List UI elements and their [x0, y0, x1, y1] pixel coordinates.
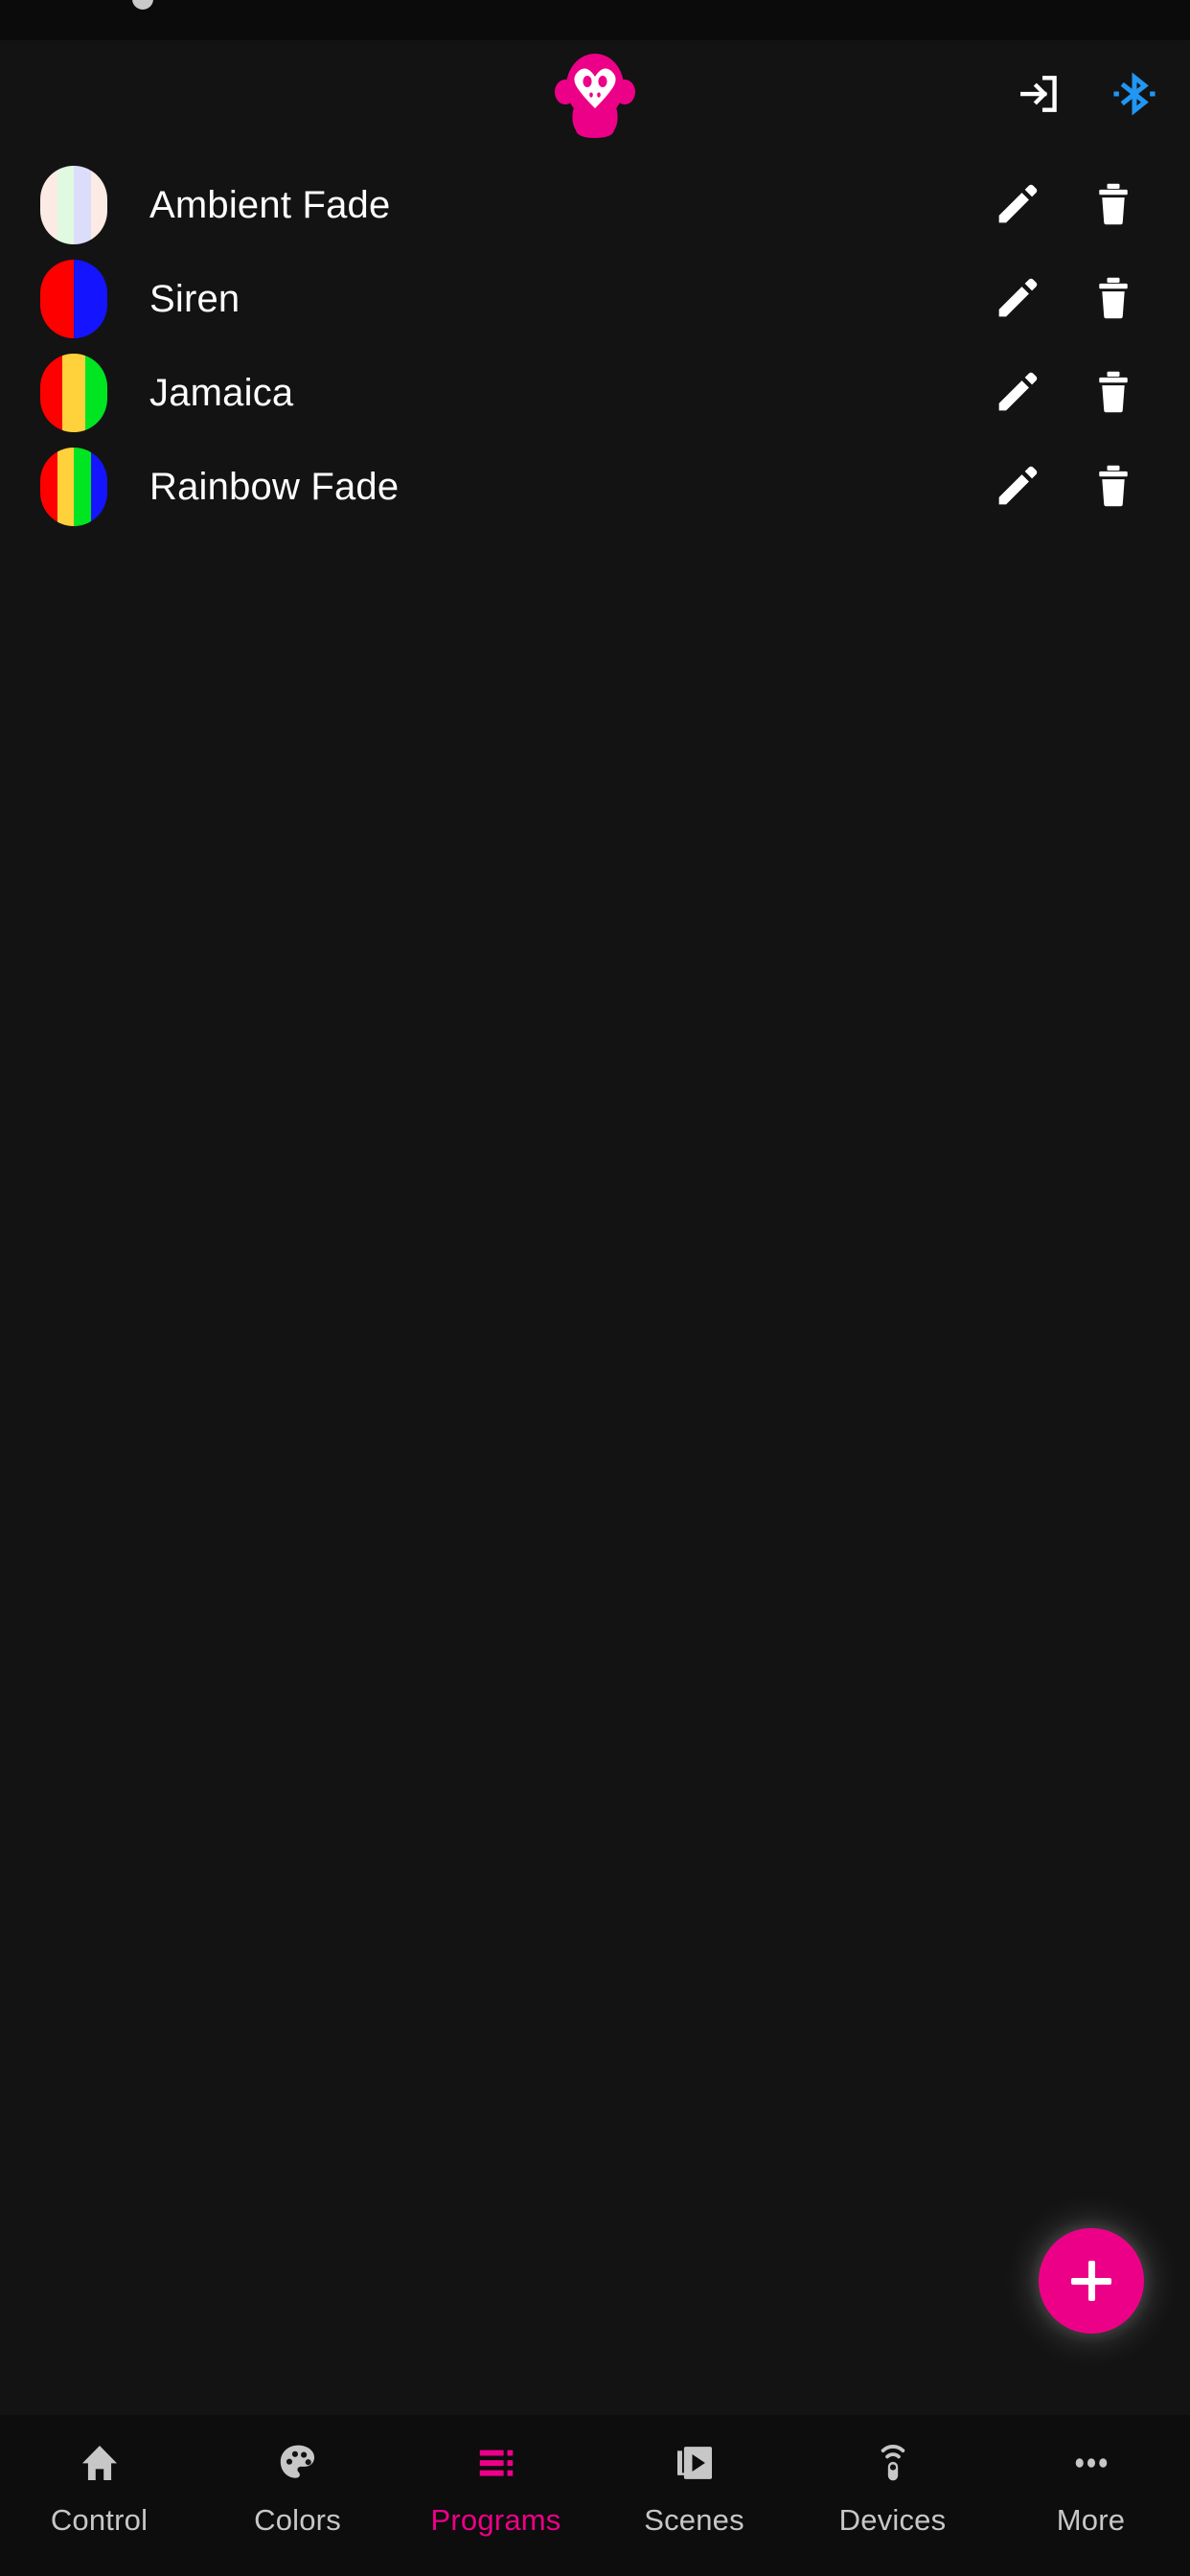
add-program-fab[interactable]: [1039, 2228, 1144, 2334]
slideshow-icon: [673, 2436, 717, 2490]
login-icon: [1017, 70, 1064, 121]
nav-label: Control: [50, 2503, 149, 2537]
nav-item-colors[interactable]: Colors: [198, 2436, 397, 2538]
program-color-swatch: [40, 448, 107, 526]
palette-icon: [276, 2436, 320, 2490]
program-row-actions: [983, 171, 1148, 240]
program-name: Jamaica: [149, 371, 294, 414]
nav-item-control[interactable]: Control: [0, 2436, 198, 2538]
login-button[interactable]: [1014, 69, 1067, 123]
edit-program-button[interactable]: [983, 452, 1052, 521]
trash-icon: [1088, 367, 1138, 420]
bluetooth-icon: [1110, 69, 1159, 122]
nav-item-more[interactable]: More: [992, 2436, 1190, 2538]
status-indicator-dot: [132, 0, 153, 10]
home-icon: [78, 2436, 122, 2490]
app-bar-actions: [1014, 69, 1161, 123]
program-list: Ambient Fade Siren Jamaica Rainbow Fade: [0, 150, 1190, 2415]
delete-program-button[interactable]: [1079, 171, 1148, 240]
pencil-icon: [992, 366, 1043, 421]
program-row[interactable]: Rainbow Fade: [0, 440, 1190, 534]
program-row[interactable]: Jamaica: [0, 346, 1190, 440]
trash-icon: [1088, 461, 1138, 514]
program-row-actions: [983, 452, 1148, 521]
nav-item-scenes[interactable]: Scenes: [595, 2436, 793, 2538]
list-icon: [474, 2436, 518, 2490]
delete-program-button[interactable]: [1079, 452, 1148, 521]
status-bar: [0, 0, 1190, 40]
program-name: Rainbow Fade: [149, 465, 400, 508]
delete-program-button[interactable]: [1079, 264, 1148, 334]
pencil-icon: [992, 460, 1043, 515]
delete-program-button[interactable]: [1079, 358, 1148, 427]
trash-icon: [1088, 273, 1138, 326]
program-color-swatch: [40, 260, 107, 338]
program-name: Ambient Fade: [149, 183, 391, 226]
nav-label: Devices: [838, 2503, 947, 2537]
more-dots-icon: [1069, 2436, 1113, 2490]
nav-label: Programs: [430, 2503, 561, 2537]
nav-label: Scenes: [644, 2503, 744, 2537]
nav-item-programs[interactable]: Programs: [397, 2436, 595, 2538]
program-color-swatch: [40, 354, 107, 432]
program-row-actions: [983, 358, 1148, 427]
bluetooth-button[interactable]: [1108, 69, 1161, 123]
plus-icon-vertical: [1087, 2261, 1095, 2301]
edit-program-button[interactable]: [983, 358, 1052, 427]
nav-item-devices[interactable]: Devices: [793, 2436, 992, 2538]
program-color-swatch: [40, 166, 107, 244]
app-bar: [0, 40, 1190, 150]
nav-label: More: [1056, 2503, 1126, 2537]
program-name: Siren: [149, 277, 240, 320]
pencil-icon: [992, 178, 1043, 233]
nav-label: Colors: [254, 2503, 341, 2537]
app-root: Ambient Fade Siren Jamaica Rainbow Fade …: [0, 0, 1190, 2576]
pencil-icon: [992, 272, 1043, 327]
monkey-logo-icon: [555, 52, 635, 140]
program-row[interactable]: Siren: [0, 252, 1190, 346]
program-row[interactable]: Ambient Fade: [0, 158, 1190, 252]
remote-icon: [871, 2436, 915, 2490]
edit-program-button[interactable]: [983, 264, 1052, 334]
trash-icon: [1088, 179, 1138, 232]
edit-program-button[interactable]: [983, 171, 1052, 240]
bottom-navigation: Control Colors Programs Scenes Devices M…: [0, 2415, 1190, 2576]
program-row-actions: [983, 264, 1148, 334]
